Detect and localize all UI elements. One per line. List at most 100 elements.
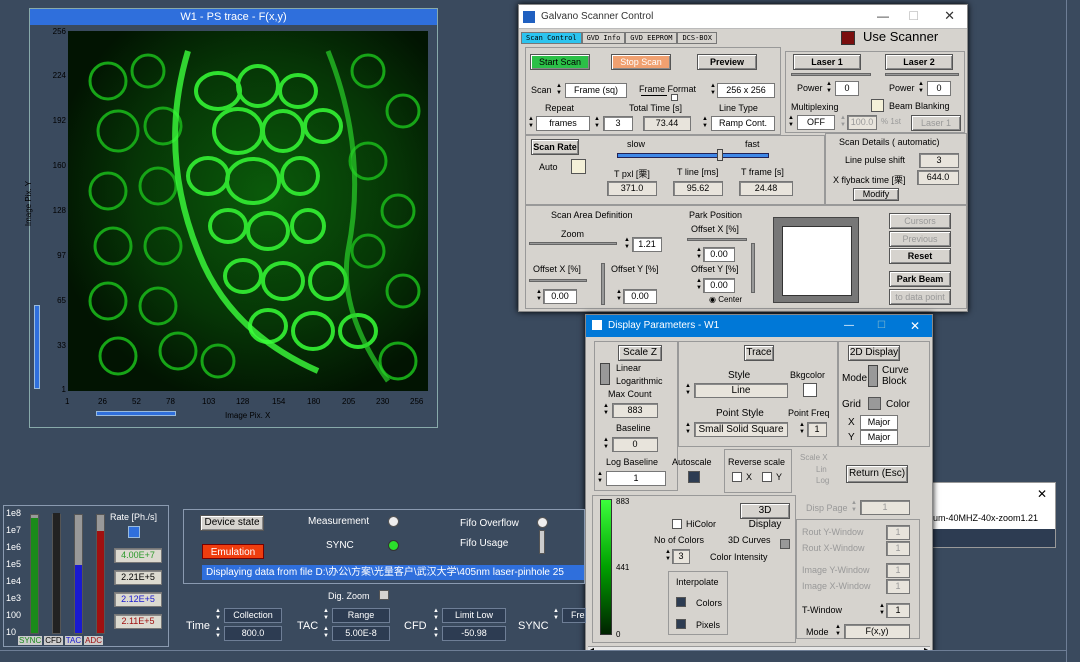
tac-value-field[interactable]: 5.00E-8	[332, 626, 390, 641]
repeat-value-field[interactable]: 3	[603, 116, 633, 131]
repeat-value-spinner[interactable]: ▲ ▼	[593, 116, 601, 131]
no-colors-spinner[interactable]: ▲ ▼	[664, 549, 672, 564]
log-baseline-spinner[interactable]: ▲ ▼	[596, 471, 604, 486]
park-offset-y-slider[interactable]	[751, 243, 755, 293]
mode2-select[interactable]: F(x,y)	[844, 624, 910, 639]
stop-scan-button[interactable]: Stop Scan	[611, 54, 671, 70]
power2-spinner[interactable]: ▲ ▼	[917, 81, 925, 96]
x-slider[interactable]	[96, 411, 176, 416]
scan-rate-track[interactable]	[617, 153, 769, 158]
t-window-field[interactable]: 1	[886, 603, 910, 618]
park-offset-x-slider[interactable]	[687, 238, 747, 241]
max-count-field[interactable]: 883	[612, 403, 658, 418]
frame-format-checkbox[interactable]	[671, 94, 678, 101]
scan-rate-button[interactable]: Scan Rate	[531, 139, 579, 155]
scan-rate-thumb[interactable]	[717, 149, 723, 161]
offset-y-slider[interactable]	[601, 263, 605, 305]
linear-log-toggle[interactable]	[600, 363, 610, 385]
no-colors-field[interactable]: 3	[672, 549, 690, 564]
laser1-slider[interactable]	[791, 73, 871, 76]
trace-window-titlebar[interactable]: W1 - PS trace - F(x,y)	[30, 9, 437, 25]
hicolor-checkbox[interactable]	[672, 519, 682, 529]
zoom-slider[interactable]	[529, 242, 617, 245]
cfd-value-field[interactable]: -50.98	[442, 626, 506, 641]
park-beam-button[interactable]: Park Beam	[889, 271, 951, 287]
trace-button[interactable]: Trace	[744, 345, 774, 361]
sync-mode-spinner[interactable]: ▲ ▼	[552, 608, 560, 623]
dig-zoom-checkbox[interactable]	[379, 590, 389, 600]
offset-x-field[interactable]: 0.00	[543, 289, 577, 304]
tab-gvd-info[interactable]: GVD Info	[581, 32, 626, 44]
frame-format-select[interactable]: 256 x 256	[717, 83, 775, 98]
tab-gvd-eeprom[interactable]: GVD EEPROM	[625, 32, 678, 44]
time-value-field[interactable]: 800.0	[224, 626, 282, 641]
y-slider[interactable]	[34, 305, 40, 389]
park-offset-y-field[interactable]: 0.00	[703, 278, 735, 293]
display-3d-button[interactable]: 3D Display	[740, 503, 790, 530]
laser1-button[interactable]: Laser 1	[793, 54, 861, 70]
park-offset-x-spinner[interactable]: ▲ ▼	[695, 247, 703, 262]
trace-image[interactable]	[68, 31, 428, 391]
minimize-icon[interactable]: —	[844, 315, 854, 337]
power1-spinner[interactable]: ▲ ▼	[825, 81, 833, 96]
park-offset-y-spinner[interactable]: ▲ ▼	[695, 278, 703, 293]
line-pulse-shift-field[interactable]: 3	[919, 153, 959, 168]
laser1-mux-button[interactable]: Laser 1	[911, 115, 961, 131]
to-data-point-button[interactable]: to data point	[889, 289, 951, 305]
reverse-x-checkbox[interactable]	[732, 472, 742, 482]
time-value-spinner[interactable]: ▲ ▼	[214, 626, 222, 641]
tac-mode-select[interactable]: Range	[332, 608, 390, 623]
style-spinner[interactable]: ▲ ▼	[684, 383, 692, 398]
cfd-mode-spinner[interactable]: ▲ ▼	[432, 608, 440, 623]
cfd-value-spinner[interactable]: ▲ ▼	[432, 626, 440, 641]
multiplexing-spinner[interactable]: ▲ ▼	[787, 115, 795, 130]
mux-pct-spinner[interactable]: ▲ ▼	[839, 115, 847, 130]
close-icon[interactable]: ✕	[1037, 487, 1047, 501]
previous-button[interactable]: Previous	[889, 231, 951, 247]
minimize-icon[interactable]: —	[877, 9, 889, 23]
tab-dcs-box[interactable]: DCS-BOX	[677, 32, 717, 44]
grid-x-select[interactable]: Major	[860, 415, 898, 430]
return-esc-button[interactable]: Return (Esc)	[846, 465, 908, 483]
repeat-unit-spinner[interactable]: ▲ ▼	[527, 116, 535, 131]
color-scale-bar[interactable]	[600, 499, 612, 635]
zoom-field[interactable]: 1.21	[632, 237, 662, 252]
maximize-icon[interactable]: ☐	[908, 9, 919, 23]
max-count-spinner[interactable]: ▲ ▼	[602, 403, 610, 418]
beam-blanking-checkbox[interactable]	[871, 99, 884, 112]
line-type-spinner[interactable]: ▲ ▼	[701, 116, 709, 131]
close-icon[interactable]: ✕	[944, 8, 955, 24]
line-type-select[interactable]: Ramp Cont.	[711, 116, 775, 131]
tac-mode-spinner[interactable]: ▲ ▼	[322, 608, 330, 623]
offset-y-field[interactable]: 0.00	[623, 289, 657, 304]
style-select[interactable]: Line	[694, 383, 788, 398]
display-params-titlebar[interactable]: Display Parameters - W1 — ☐ ✕	[586, 315, 932, 337]
interp-pixels-checkbox[interactable]	[676, 619, 686, 629]
time-mode-spinner[interactable]: ▲ ▼	[214, 608, 222, 623]
cfd-mode-select[interactable]: Limit Low	[442, 608, 506, 623]
display-2d-button[interactable]: 2D Display	[848, 345, 900, 361]
park-offset-x-field[interactable]: 0.00	[703, 247, 735, 262]
log-baseline-field[interactable]: 1	[606, 471, 666, 486]
offset-x-slider[interactable]	[529, 279, 587, 282]
time-mode-select[interactable]: Collection	[224, 608, 282, 623]
device-state-button[interactable]: Device state	[200, 515, 264, 531]
point-style-select[interactable]: Small Solid Square	[694, 422, 788, 437]
point-style-spinner[interactable]: ▲ ▼	[684, 422, 692, 437]
zoom-spinner[interactable]: ▲ ▼	[623, 237, 631, 252]
scan-select[interactable]: Frame (sq)	[565, 83, 627, 98]
mode2-spinner[interactable]: ▲ ▼	[834, 624, 842, 639]
auto-checkbox[interactable]	[571, 159, 586, 174]
laser2-slider[interactable]	[885, 73, 959, 76]
reset-button[interactable]: Reset	[889, 248, 951, 264]
power2-field[interactable]: 0	[927, 81, 951, 96]
start-scan-button[interactable]: Start Scan	[530, 54, 590, 70]
laser2-button[interactable]: Laser 2	[885, 54, 953, 70]
curves-3d-checkbox[interactable]	[780, 539, 790, 549]
t-window-spinner[interactable]: ▲ ▼	[878, 603, 886, 618]
center-radio[interactable]: ◉ Center	[709, 295, 742, 304]
offset-y-spinner[interactable]: ▲ ▼	[615, 289, 623, 304]
scale-z-button[interactable]: Scale Z	[618, 345, 662, 361]
frame-format-spinner[interactable]: ▲ ▼	[709, 83, 717, 98]
bkgcolor-swatch[interactable]	[803, 383, 817, 397]
